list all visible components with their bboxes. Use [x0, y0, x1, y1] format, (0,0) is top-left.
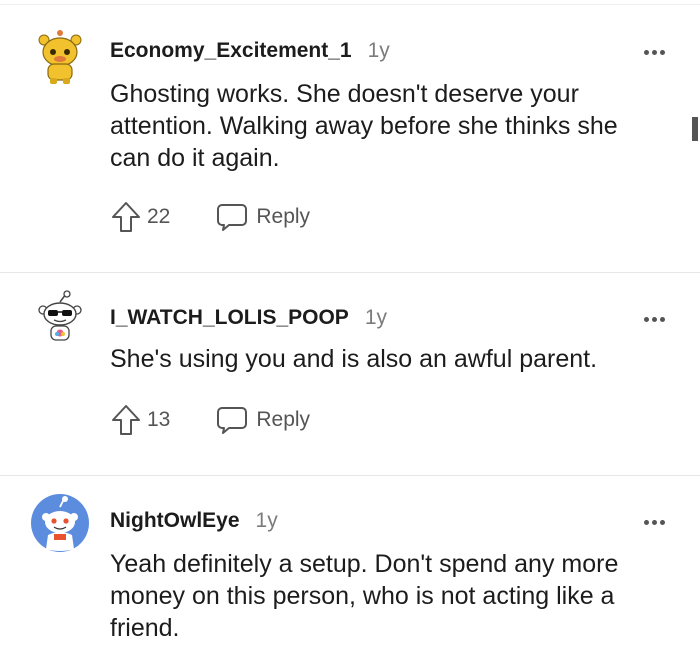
comment-actions: 13 Reply: [110, 402, 310, 438]
username[interactable]: I_WATCH_LOLIS_POOP: [110, 306, 349, 330]
comment: I_WATCH_LOLIS_POOP 1y She's using you an…: [0, 273, 700, 476]
user-avatar[interactable]: [30, 493, 90, 553]
sunglasses-snoo-avatar-icon: [38, 290, 82, 341]
more-options-icon[interactable]: [636, 510, 672, 534]
vote-count: 22: [147, 205, 171, 228]
reply-label: Reply: [256, 408, 311, 431]
vote-count: 13: [147, 408, 171, 431]
username[interactable]: NightOwlEye: [110, 509, 240, 533]
upvote-arrow-icon[interactable]: [110, 403, 142, 437]
comment-age: 1y: [364, 306, 388, 329]
yellow-snoo-avatar-icon: [38, 30, 82, 84]
reply-label: Reply: [256, 205, 311, 228]
vote-control: 22: [110, 200, 170, 234]
reply-bubble-icon: [217, 204, 248, 231]
comment-meta: NightOwlEye 1y: [110, 509, 278, 539]
reply-button[interactable]: Reply: [216, 405, 310, 435]
comment-text-line: Yeah definitely a setup. Don't spend any…: [110, 550, 619, 578]
comment-text-line: friend.: [110, 614, 180, 642]
more-options-icon[interactable]: [636, 307, 672, 331]
username[interactable]: Economy_Excitement_1: [110, 39, 352, 63]
user-avatar[interactable]: [30, 28, 90, 88]
comment-age: 1y: [367, 39, 390, 62]
comment-text-line: Ghosting works. She doesn't deserve your: [110, 80, 579, 108]
more-options-icon[interactable]: [636, 40, 672, 64]
comment-text-line: attention. Walking away before she think…: [110, 112, 618, 140]
comment-age: 1y: [255, 509, 278, 532]
reply-button[interactable]: Reply: [216, 202, 310, 232]
comment-text-line: money on this person, who is not acting …: [110, 582, 615, 610]
scrollbar-thumb[interactable]: [692, 117, 698, 141]
comment: NightOwlEye 1y Yeah definitely a setup. …: [0, 476, 700, 656]
reply-bubble-icon: [217, 407, 248, 434]
comment-text-line: can do it again.: [110, 144, 280, 172]
comment-meta: Economy_Excitement_1 1y: [110, 39, 390, 69]
comment-body: Yeah definitely a setup. Don't spend any…: [110, 548, 690, 644]
comment-body: She's using you and is also an awful par…: [110, 343, 690, 375]
comment-actions: 22 Reply: [110, 199, 310, 235]
user-avatar[interactable]: [30, 290, 90, 350]
comment-text-line: She's using you and is also an awful par…: [110, 345, 598, 373]
comment: Economy_Excitement_1 1y Ghosting works. …: [0, 0, 700, 272]
comment-body: Ghosting works. She doesn't deserve your…: [110, 78, 690, 174]
vote-control: 13: [110, 403, 170, 437]
blue-snoo-avatar-icon: [31, 494, 89, 552]
upvote-arrow-icon[interactable]: [110, 200, 142, 234]
comment-meta: I_WATCH_LOLIS_POOP 1y: [110, 306, 387, 336]
